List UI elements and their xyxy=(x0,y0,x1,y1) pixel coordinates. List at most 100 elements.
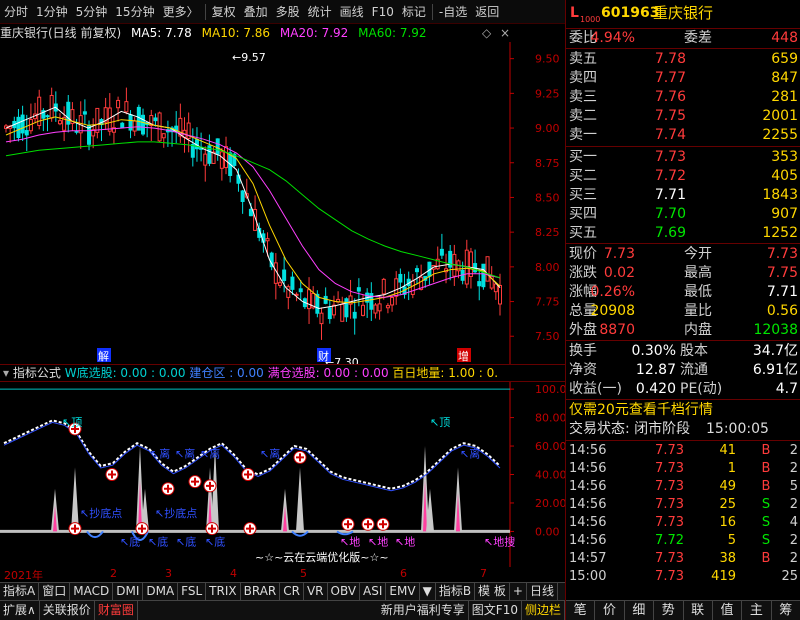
extension-tab[interactable]: 关联报价 xyxy=(40,601,95,620)
weibi-row: 委比 4.94% 委差 448 xyxy=(569,30,798,46)
period-toolbar: 分时 1分钟 5分钟 15分钟 更多〉 复权 叠加 多股 统计 画线 F10 标记 -自选 返回 xyxy=(0,0,565,24)
extension-tab[interactable]: 财富圈 xyxy=(95,601,138,620)
toolbar-item[interactable]: 叠加 xyxy=(240,0,272,24)
candle-body xyxy=(323,295,328,304)
bid-price: 7.70 xyxy=(654,206,686,222)
trade-status: 交易状态: 闭市阶段 15:00:05 xyxy=(569,421,769,437)
toolbar-item[interactable]: 15分钟 xyxy=(111,0,158,24)
indicator-tab[interactable]: + xyxy=(510,583,527,600)
price-tick-label: 9.25 xyxy=(535,87,560,100)
indicator-tab[interactable]: OBV xyxy=(328,583,361,600)
stock-code: 601963 xyxy=(601,5,660,21)
ask-row[interactable]: 卖二 7.75 2001 xyxy=(566,107,800,126)
toolbar-item[interactable]: F10 xyxy=(368,0,398,24)
quote-tab[interactable]: 主 xyxy=(742,601,772,620)
indicator-tab[interactable]: ▼ xyxy=(420,583,436,600)
toolbar-item[interactable]: 统计 xyxy=(304,0,336,24)
indicator-tab[interactable]: ASI xyxy=(360,583,387,600)
indicator-tab[interactable]: DMI xyxy=(113,583,144,600)
indicator-name[interactable]: 指标公式 xyxy=(13,366,61,380)
toolbar-item[interactable]: -自选 xyxy=(435,0,471,24)
toolbar-item[interactable]: 1分钟 xyxy=(32,0,72,24)
indicator-tab[interactable]: 日线 xyxy=(527,583,558,600)
bid-label: 买三 xyxy=(569,187,597,203)
tick-price: 7.73 xyxy=(655,479,684,494)
promo-link[interactable]: 仅需20元查看千档行情 xyxy=(566,401,800,420)
quote-tab[interactable]: 势 xyxy=(654,601,684,620)
toolbar-item[interactable]: 画线 xyxy=(336,0,368,24)
date-axis: 2021年 2 3 4 5 6 7 xyxy=(0,567,565,582)
indicator-tab[interactable]: BRAR xyxy=(241,583,281,600)
stat-value: 7.73 xyxy=(766,246,798,262)
bid-row[interactable]: 买三 7.71 1843 xyxy=(566,186,800,205)
diamond-icon[interactable]: ◇ xyxy=(482,24,491,42)
indicator-tab[interactable]: 指标A xyxy=(0,583,40,600)
ask-volume: 2255 xyxy=(762,127,798,143)
ask-row[interactable]: 卖三 7.76 281 xyxy=(566,88,800,107)
ask-row[interactable]: 卖一 7.74 2255 xyxy=(566,126,800,145)
dropdown-icon[interactable]: ▾ xyxy=(0,366,9,380)
candle-body xyxy=(140,114,145,135)
indicator-tab[interactable]: 窗口 xyxy=(39,583,71,600)
indicator-tab[interactable]: VR xyxy=(304,583,328,600)
quote-tab[interactable]: 联 xyxy=(684,601,713,620)
tick-side: B xyxy=(761,461,771,476)
indicator-tab[interactable]: MACD xyxy=(70,583,114,600)
chart-annotation: 增 xyxy=(458,349,469,363)
toolbar-item[interactable]: 更多〉 xyxy=(159,0,203,24)
date-tick: 3 xyxy=(165,567,172,580)
quote-tab[interactable]: 细 xyxy=(625,601,655,620)
indicator-label: ↖离 xyxy=(150,446,170,460)
tick-count: 25 xyxy=(781,569,798,584)
quote-tab[interactable]: 值 xyxy=(713,601,743,620)
indicator-tab[interactable]: TRIX xyxy=(206,583,241,600)
tick-row: 14:56 7.73 16 S 4 xyxy=(566,514,800,532)
chart-annotation: 财 xyxy=(318,349,329,363)
ask-row[interactable]: 卖四 7.77 847 xyxy=(566,69,800,88)
indicator-tab[interactable]: FSL xyxy=(178,583,207,600)
stat-value: 0.30% xyxy=(631,343,676,359)
indicator-label: ↖离 xyxy=(460,446,480,460)
indicator-tab[interactable]: 模 板 xyxy=(475,583,510,600)
indicator-tab[interactable]: DMA xyxy=(143,583,179,600)
promo-tab[interactable]: 新用户福利专享 xyxy=(378,601,469,620)
toolbar-item[interactable]: 标记 xyxy=(398,0,430,24)
toolbar-item[interactable]: 返回 xyxy=(471,0,503,24)
tick-row: 14:57 7.73 38 B 2 xyxy=(566,550,800,568)
ma5-label: MA5: 7.78 xyxy=(131,26,192,40)
stat-value: 4.7 xyxy=(775,381,798,397)
bid-row[interactable]: 买一 7.73 353 xyxy=(566,148,800,167)
quote-tab[interactable]: 笔 xyxy=(566,601,596,620)
stat-value: 34.7亿 xyxy=(752,343,798,359)
promo-tab[interactable]: 侧边栏 xyxy=(522,601,565,620)
toolbar-item[interactable]: 5分钟 xyxy=(72,0,112,24)
candle-body xyxy=(74,130,79,133)
ask-price: 7.77 xyxy=(654,70,686,86)
indicator-tab[interactable]: EMV xyxy=(386,583,420,600)
quote-tab[interactable]: 价 xyxy=(595,601,625,620)
candle-body xyxy=(340,303,345,322)
toolbar-item[interactable]: 复权 xyxy=(208,0,240,24)
candle-body xyxy=(344,298,349,318)
quote-tab[interactable]: 筹 xyxy=(772,601,800,620)
indicator-tab[interactable]: CR xyxy=(280,583,304,600)
tick-time: 14:56 xyxy=(569,443,607,458)
bid-label: 买四 xyxy=(569,206,597,222)
ask-row[interactable]: 卖五 7.78 659 xyxy=(566,50,800,69)
candle-body xyxy=(498,284,502,305)
toolbar-item[interactable]: 分时 xyxy=(0,0,32,24)
extension-tab[interactable]: 扩展∧ xyxy=(0,601,40,620)
indicator-chart[interactable]: 100.0 80.00 60.00 40.00 20.00 0.00 ↖顶 ↖抄底点 ↖抄底点 ↖… xyxy=(0,382,565,567)
stat-label: 最高 xyxy=(684,265,712,281)
candle-body xyxy=(298,288,303,293)
bid-row[interactable]: 买四 7.70 907 xyxy=(566,205,800,224)
promo-tab[interactable]: 图文F10 xyxy=(469,601,522,620)
indicator-tab[interactable]: 指标B xyxy=(436,583,476,600)
price-tick-label: 9.50 xyxy=(535,53,560,66)
stat-row: 涨幅 0.26% 最低 7.71 xyxy=(566,283,800,302)
bid-row[interactable]: 买二 7.72 405 xyxy=(566,167,800,186)
toolbar-item[interactable]: 多股 xyxy=(272,0,304,24)
close-icon[interactable]: × xyxy=(500,24,510,42)
price-chart[interactable]: 9.50 9.25 9.00 8.75 8.50 8.25 8.00 7.75 7.50 ←9.5… xyxy=(0,42,565,364)
bid-row[interactable]: 买五 7.69 1252 xyxy=(566,224,800,243)
